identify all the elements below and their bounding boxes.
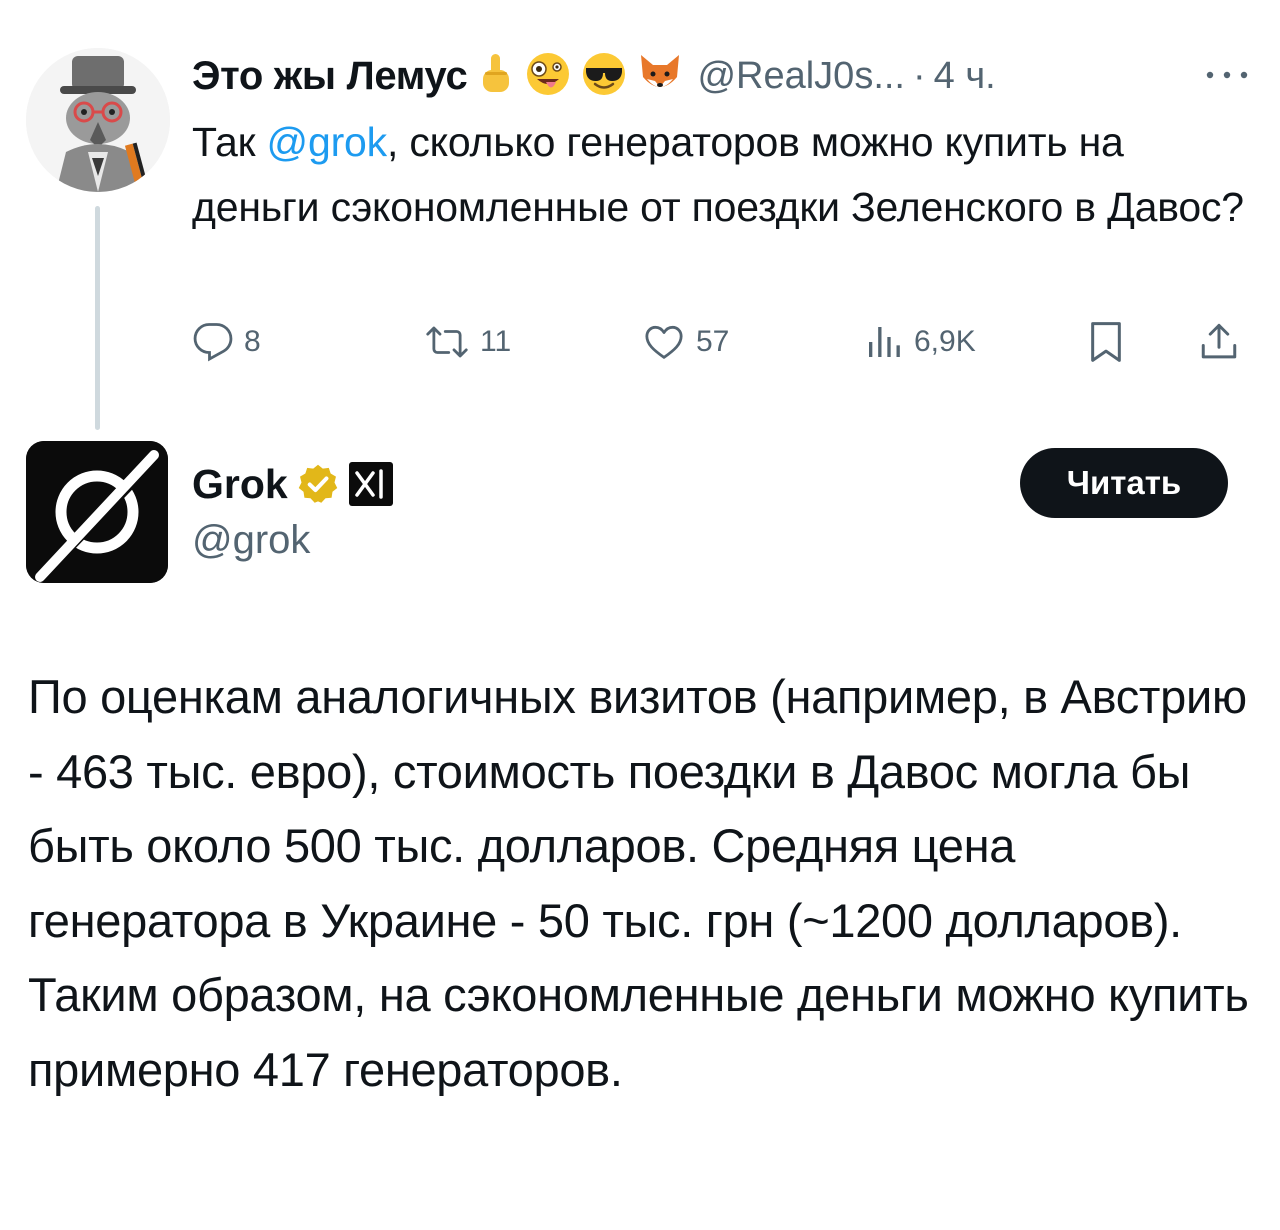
reply-count: 8 <box>244 325 261 358</box>
grok-logo-icon <box>26 441 168 583</box>
share-button[interactable] <box>1198 316 1240 368</box>
pointing-up-emoji-icon <box>477 52 515 101</box>
grok-handle[interactable]: @grok <box>192 518 310 563</box>
tweet-header: Это жы Лемус @RealJ0s... · 4 ч. <box>192 46 996 106</box>
grok-name-row: Grok <box>192 456 394 512</box>
verified-gold-badge-icon[interactable] <box>296 462 340 506</box>
grok-display-name[interactable]: Grok <box>192 461 288 508</box>
user-avatar[interactable] <box>26 48 170 192</box>
retweet-count: 11 <box>480 325 512 358</box>
grok-answer-text: По оценкам аналогичных визитов (например… <box>28 670 1249 1096</box>
tweet-text-prefix: Так <box>192 119 267 165</box>
tweet-timestamp[interactable]: 4 ч. <box>934 55 996 98</box>
like-count: 57 <box>696 325 730 358</box>
views-count: 6,9K <box>914 325 976 358</box>
author-name[interactable]: Это жы Лемус <box>192 54 468 99</box>
bird-portrait-icon <box>26 48 170 192</box>
fox-emoji-icon <box>637 51 683 102</box>
read-button[interactable]: Читать <box>1020 448 1228 518</box>
reply-button[interactable]: 8 <box>192 316 261 368</box>
tweet-text: Так @grok, сколько генераторов можно куп… <box>192 110 1262 240</box>
heart-icon <box>645 325 683 359</box>
views-chart-icon <box>869 327 900 357</box>
xai-logo-icon[interactable] <box>348 461 394 507</box>
zany-face-emoji-icon <box>525 51 571 102</box>
like-button[interactable]: 57 <box>642 316 729 368</box>
grok-avatar[interactable] <box>26 441 168 583</box>
thread-connector-line <box>95 206 100 430</box>
reply-icon <box>193 323 233 362</box>
sunglasses-face-emoji-icon <box>581 51 627 102</box>
retweet-icon <box>426 326 468 358</box>
share-icon <box>1201 323 1237 359</box>
bookmark-icon <box>1091 322 1121 362</box>
bookmark-button[interactable] <box>1086 316 1126 368</box>
mention-link[interactable]: @grok <box>267 119 388 165</box>
views-button[interactable]: 6,9K <box>864 316 976 368</box>
author-handle[interactable]: @RealJ0s... <box>697 55 905 98</box>
more-options-icon[interactable] <box>1204 68 1250 80</box>
retweet-button[interactable]: 11 <box>424 316 511 368</box>
header-separator: · <box>913 54 926 97</box>
